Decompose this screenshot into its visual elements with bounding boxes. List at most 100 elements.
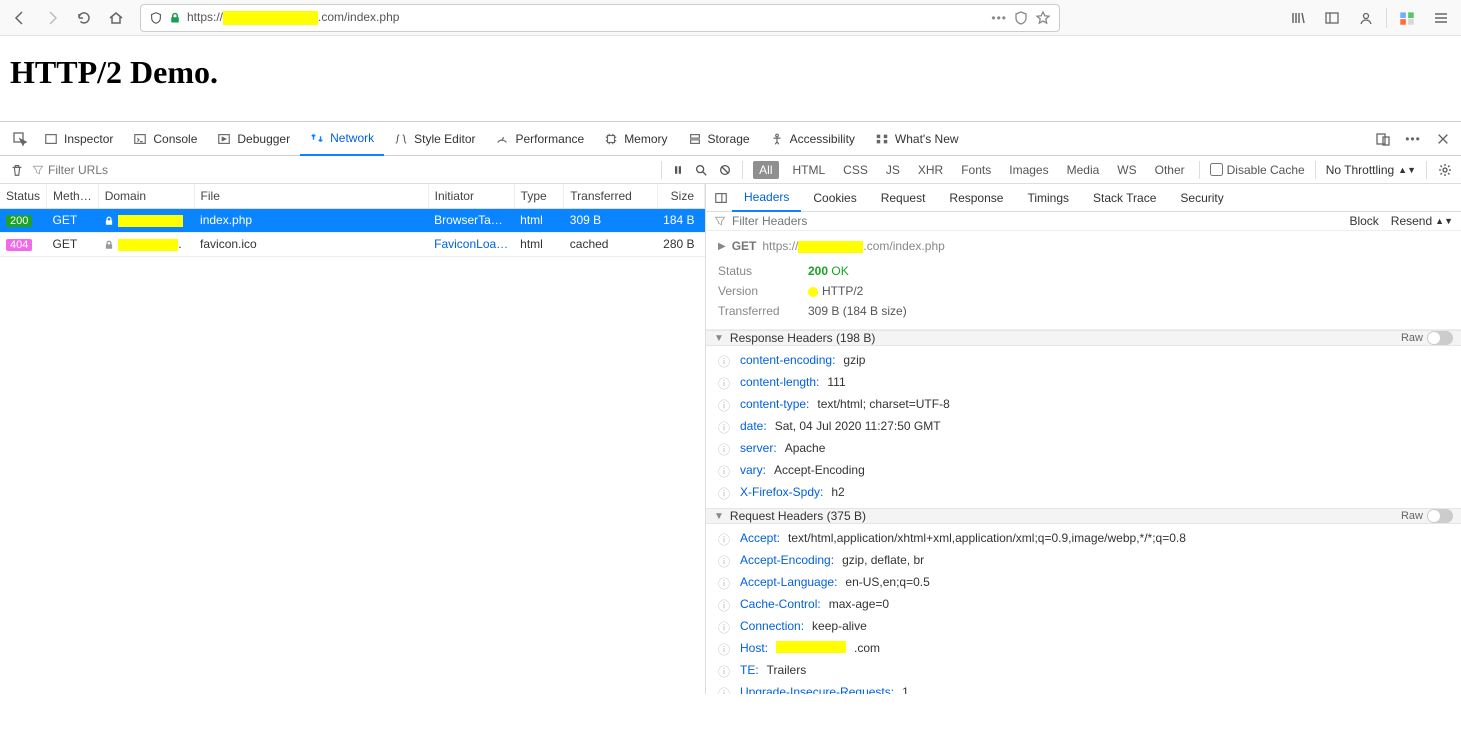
header-row: ⓘTE: Trailers [718, 660, 1449, 682]
dtab-security[interactable]: Security [1168, 184, 1235, 212]
help-icon[interactable]: ⓘ [718, 597, 732, 614]
block-icon[interactable] [718, 163, 732, 177]
tab-whatsnew[interactable]: What's New [865, 122, 969, 156]
help-icon[interactable]: ⓘ [718, 397, 732, 414]
help-icon[interactable]: ⓘ [718, 463, 732, 480]
chip-other[interactable]: Other [1151, 161, 1189, 179]
menu-icon[interactable] [1427, 4, 1455, 32]
table-row[interactable]: 200GETindex.phpBrowserTa…html309 B184 B [0, 208, 705, 232]
help-icon[interactable]: ⓘ [718, 353, 732, 370]
sidebar-icon[interactable] [1318, 4, 1346, 32]
help-icon[interactable]: ⓘ [718, 441, 732, 458]
chip-fonts[interactable]: Fonts [957, 161, 995, 179]
col-status[interactable]: Status [0, 184, 47, 208]
col-method[interactable]: Meth… [47, 184, 99, 208]
help-icon[interactable]: ⓘ [718, 641, 732, 658]
tab-accessibility[interactable]: Accessibility [760, 122, 865, 156]
help-icon[interactable]: ⓘ [718, 619, 732, 636]
tab-inspector[interactable]: Inspector [34, 122, 123, 156]
search-icon[interactable] [694, 163, 708, 177]
forward-button[interactable] [38, 4, 66, 32]
chip-js[interactable]: JS [882, 161, 904, 179]
home-button[interactable] [102, 4, 130, 32]
devtools-menu-icon[interactable]: ••• [1401, 127, 1425, 151]
headers-summary: ▶ GET https://.com/index.php Status200 O… [706, 231, 1461, 330]
tab-performance[interactable]: Performance [485, 122, 594, 156]
chip-xhr[interactable]: XHR [914, 161, 947, 179]
raw-toggle[interactable]: Raw [1401, 331, 1453, 345]
disable-cache-checkbox[interactable]: Disable Cache [1210, 163, 1305, 177]
tab-storage[interactable]: Storage [678, 122, 760, 156]
chip-all[interactable]: All [753, 161, 778, 179]
responsive-mode-icon[interactable] [1371, 127, 1395, 151]
dtab-timings[interactable]: Timings [1015, 184, 1081, 212]
col-type[interactable]: Type [514, 184, 564, 208]
request-headers-section[interactable]: ▼Request Headers (375 B) Raw [706, 508, 1461, 524]
table-row[interactable]: 404GET.favicon.icoFaviconLoa…htmlcached2… [0, 232, 705, 256]
tab-console[interactable]: Console [123, 122, 207, 156]
pick-element-button[interactable] [6, 122, 34, 156]
filter-input[interactable] [48, 163, 168, 177]
page-content: HTTP/2 Demo. [0, 36, 1461, 121]
library-icon[interactable] [1284, 4, 1312, 32]
toggle-details-icon[interactable] [710, 187, 732, 209]
tab-network[interactable]: Network [300, 122, 384, 156]
help-icon[interactable]: ⓘ [718, 375, 732, 392]
help-icon[interactable]: ⓘ [718, 553, 732, 570]
header-row: ⓘCache-Control: max-age=0 [718, 594, 1449, 616]
header-row: ⓘcontent-type: text/html; charset=UTF-8 [718, 394, 1449, 416]
dtab-request[interactable]: Request [869, 184, 938, 212]
network-toolbar: All HTML CSS JS XHR Fonts Images Media W… [0, 156, 1461, 184]
chip-html[interactable]: HTML [789, 161, 830, 179]
reader-mode-icon[interactable] [1013, 10, 1029, 26]
account-icon[interactable] [1352, 4, 1380, 32]
chip-css[interactable]: CSS [839, 161, 872, 179]
dtab-headers[interactable]: Headers [732, 184, 801, 212]
col-transferred[interactable]: Transferred [564, 184, 657, 208]
back-button[interactable] [6, 4, 34, 32]
page-actions-icon[interactable]: ••• [991, 11, 1007, 25]
chip-ws[interactable]: WS [1113, 161, 1140, 179]
throttling-select[interactable]: No Throttling▲▼ [1326, 163, 1416, 177]
help-icon[interactable]: ⓘ [718, 663, 732, 680]
header-row: ⓘAccept-Language: en-US,en;q=0.5 [718, 572, 1449, 594]
col-domain[interactable]: Domain [98, 184, 194, 208]
help-icon[interactable]: ⓘ [718, 575, 732, 592]
resend-button[interactable]: Resend▲▼ [1391, 214, 1453, 228]
filter-headers-input[interactable] [732, 214, 1337, 228]
tab-debugger[interactable]: Debugger [207, 122, 300, 156]
help-icon[interactable]: ⓘ [718, 531, 732, 548]
raw-toggle[interactable]: Raw [1401, 509, 1453, 523]
url-bar[interactable]: https://.com/index.php ••• [140, 4, 1060, 32]
block-button[interactable]: Block [1343, 212, 1384, 230]
help-icon[interactable]: ⓘ [718, 485, 732, 502]
dtab-cookies[interactable]: Cookies [801, 184, 868, 212]
devtools-close-icon[interactable] [1431, 127, 1455, 151]
clear-button[interactable] [6, 163, 28, 177]
header-row: ⓘHost: .com [718, 638, 1449, 660]
dtab-response[interactable]: Response [937, 184, 1015, 212]
dtab-stacktrace[interactable]: Stack Trace [1081, 184, 1168, 212]
devtools-panel: Inspector Console Debugger Network Style… [0, 121, 1461, 694]
chip-media[interactable]: Media [1063, 161, 1104, 179]
col-file[interactable]: File [194, 184, 428, 208]
extensions-icon[interactable] [1393, 4, 1421, 32]
pause-icon[interactable] [672, 164, 684, 176]
tab-styleeditor[interactable]: Style Editor [384, 122, 485, 156]
header-row: ⓘAccept-Encoding: gzip, deflate, br [718, 550, 1449, 572]
request-list: Status Meth… Domain File Initiator Type … [0, 184, 706, 694]
request-details: Headers Cookies Request Response Timings… [706, 184, 1461, 694]
help-icon[interactable]: ⓘ [718, 685, 732, 695]
reload-button[interactable] [70, 4, 98, 32]
summary-url[interactable]: ▶ GET https://.com/index.php [718, 239, 1449, 253]
header-row: ⓘConnection: keep-alive [718, 616, 1449, 638]
help-icon[interactable]: ⓘ [718, 419, 732, 436]
tab-memory[interactable]: Memory [594, 122, 677, 156]
col-initiator[interactable]: Initiator [428, 184, 514, 208]
bookmark-star-icon[interactable] [1035, 10, 1051, 26]
chip-images[interactable]: Images [1005, 161, 1052, 179]
col-size[interactable]: Size [657, 184, 704, 208]
settings-gear-icon[interactable] [1437, 162, 1453, 178]
header-row: ⓘvary: Accept-Encoding [718, 460, 1449, 482]
response-headers-section[interactable]: ▼Response Headers (198 B) Raw [706, 330, 1461, 346]
